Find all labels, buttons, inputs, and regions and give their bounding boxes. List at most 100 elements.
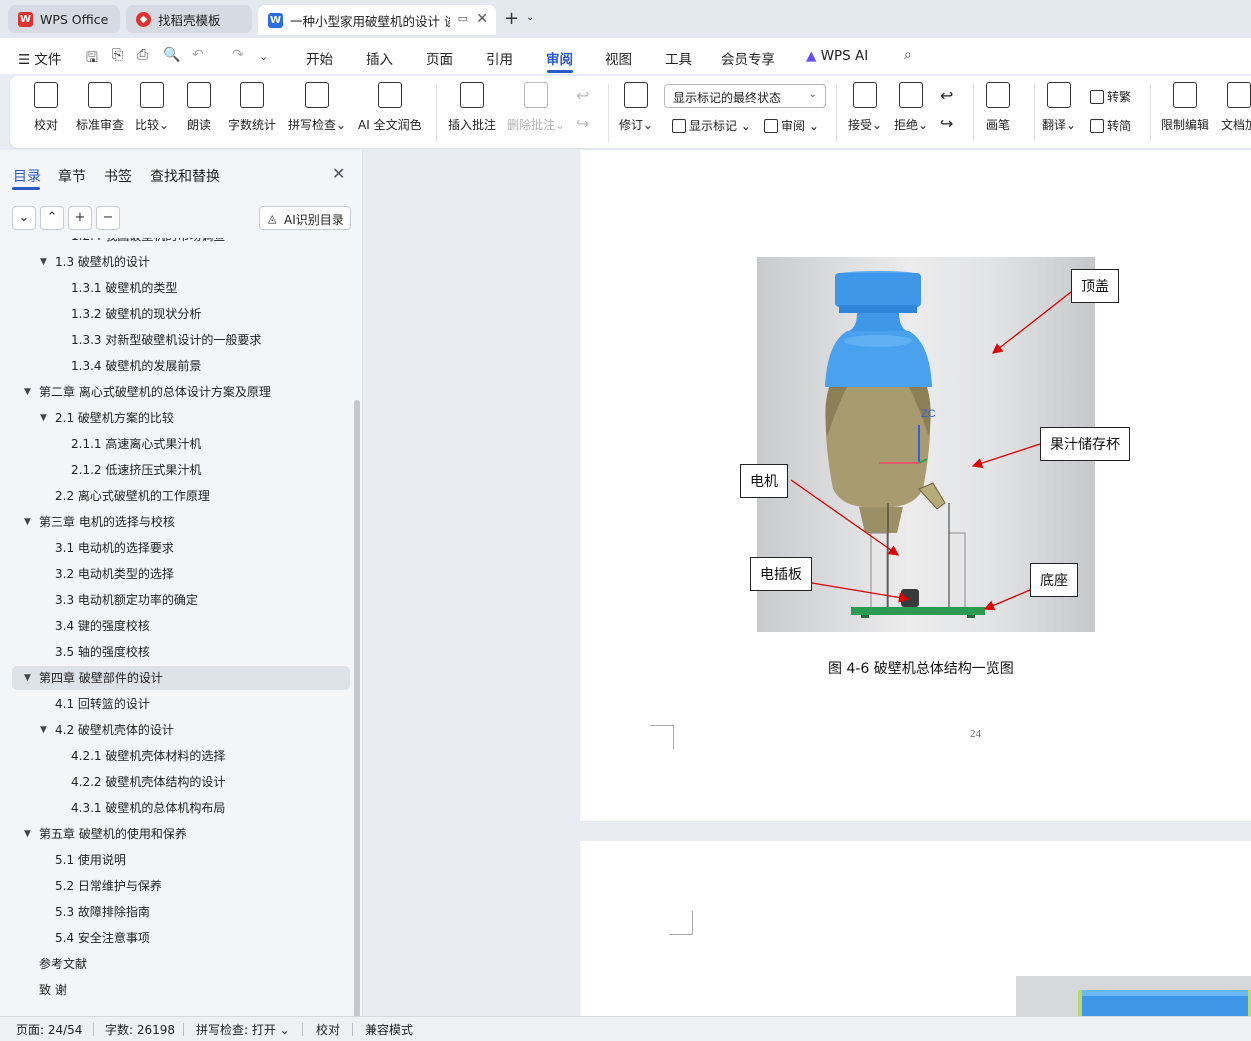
tab-template[interactable]: ◆ 找稻壳模板 xyxy=(126,5,252,33)
menu-member[interactable]: 会员专享 xyxy=(721,48,775,68)
doc-protect-button[interactable]: 文档加 xyxy=(1221,82,1251,133)
toc-item[interactable]: ▼ 2.1 破壁机方案的比较 xyxy=(12,406,350,430)
translate-button[interactable]: 翻译⌄ xyxy=(1042,82,1076,133)
save-icon[interactable]: 🖫 xyxy=(86,47,98,71)
tab-document[interactable]: W 一种小型家用破壁机的设计 诶 ▭ ✕ xyxy=(258,5,496,35)
close-icon[interactable]: ✕ xyxy=(332,164,345,183)
menu-view[interactable]: 视图 xyxy=(605,48,632,68)
toc-item[interactable]: ▼ 1.3 破壁机的设计 xyxy=(12,250,350,274)
tab-sections[interactable]: 章节 xyxy=(58,166,86,186)
toc-item[interactable]: 2.1.2 低速挤压式果汁机 xyxy=(12,458,350,482)
print-preview-icon[interactable]: 🔍 xyxy=(163,47,180,63)
close-icon[interactable]: ✕ xyxy=(476,11,488,27)
spell-check-indicator[interactable]: 拼写检查: 打开 ⌄ xyxy=(196,1021,290,1038)
toc-item[interactable]: 4.2.2 破壁机壳体结构的设计 xyxy=(12,770,350,794)
restrict-edit-button[interactable]: 限制编辑 xyxy=(1161,82,1209,133)
tab-bookmarks[interactable]: 书签 xyxy=(104,166,132,186)
toc-item[interactable]: ▼ 第五章 破壁机的使用和保养 xyxy=(12,822,350,846)
toc-item[interactable]: ▼ 第二章 离心式破壁机的总体设计方案及原理 xyxy=(12,380,350,404)
next-comment-icon[interactable]: ↪ xyxy=(576,114,589,133)
remove-heading-button[interactable]: − xyxy=(96,206,120,230)
expand-triangle-icon[interactable]: ▼ xyxy=(24,666,31,690)
spell-check-button[interactable]: 拼写检查⌄ xyxy=(288,82,346,133)
proofread-button[interactable]: 校对 xyxy=(34,82,58,133)
track-changes-button[interactable]: 修订⌄ xyxy=(619,82,653,133)
sidebar-scrollbar[interactable] xyxy=(354,400,360,1018)
show-markup-button[interactable]: 显示标记 ⌄ xyxy=(672,117,751,134)
search-icon[interactable]: ⌕ xyxy=(904,47,912,63)
document-page[interactable]: ZC 顶盖 果汁储存杯 电机 电插板 底座 图 4-6 破壁机总体结构一览图 2… xyxy=(580,150,1251,821)
toc-item[interactable]: 1.3.3 对新型破壁机设计的一般要求 xyxy=(12,328,350,352)
undo-icon[interactable]: ↶ xyxy=(192,47,204,63)
toc-item[interactable]: 致 谢 xyxy=(12,978,350,1002)
delete-comment-button[interactable]: 删除批注⌄ xyxy=(507,82,565,133)
expand-triangle-icon[interactable]: ▼ xyxy=(24,822,31,846)
document-area[interactable]: ZC 顶盖 果汁储存杯 电机 电插板 底座 图 4-6 破壁机总体结构一览图 2… xyxy=(364,150,1251,1016)
expand-triangle-icon[interactable]: ▼ xyxy=(40,250,47,274)
word-count-indicator[interactable]: 字数: 26198 xyxy=(105,1021,175,1038)
toc-item[interactable]: 2.2 离心式破壁机的工作原理 xyxy=(12,484,350,508)
toc-item[interactable]: ▼ 第四章 破壁部件的设计 xyxy=(12,666,350,690)
toc-item[interactable]: 3.5 轴的强度校核 xyxy=(12,640,350,664)
chevron-down-icon[interactable]: ⌄ xyxy=(526,12,534,23)
chevron-down-icon[interactable]: ⌄ xyxy=(259,50,268,63)
toc-item[interactable]: 1.3.1 破壁机的类型 xyxy=(12,276,350,300)
proofread-indicator[interactable]: 校对 xyxy=(316,1021,340,1038)
previous-change-icon[interactable]: ↩ xyxy=(940,86,953,105)
menu-reference[interactable]: 引用 xyxy=(486,48,513,68)
print-icon[interactable]: ⎙ xyxy=(137,47,148,63)
toc-item[interactable]: 3.2 电动机类型的选择 xyxy=(12,562,350,586)
page-indicator[interactable]: 页面: 24/54 xyxy=(16,1021,82,1038)
toc-item[interactable]: 5.1 使用说明 xyxy=(12,848,350,872)
insert-comment-button[interactable]: 插入批注 xyxy=(448,82,496,133)
previous-comment-icon[interactable]: ↩ xyxy=(576,86,589,105)
compare-button[interactable]: 比较⌄ xyxy=(135,82,169,133)
word-count-button[interactable]: 字数统计 xyxy=(228,82,276,133)
add-heading-button[interactable]: + xyxy=(68,206,92,230)
tab-find-replace[interactable]: 查找和替换 xyxy=(150,166,220,186)
menu-page[interactable]: 页面 xyxy=(426,48,453,68)
collapse-down-button[interactable]: ⌄ xyxy=(12,206,36,230)
toc-item[interactable]: 2.1.1 高速离心式果汁机 xyxy=(12,432,350,456)
wps-ai-button[interactable]: ▲ WPS AI xyxy=(806,48,868,64)
toc-item[interactable]: 5.3 故障排除指南 xyxy=(12,900,350,924)
markup-state-select[interactable]: 显示标记的最终状态 ⌄ xyxy=(664,84,826,108)
document-page[interactable] xyxy=(580,841,1251,1016)
reject-button[interactable]: 拒绝⌄ xyxy=(894,82,928,133)
new-tab-icon[interactable]: + xyxy=(504,8,519,29)
toc-item[interactable]: 4.1 回转篮的设计 xyxy=(12,692,350,716)
redo-icon[interactable]: ↷ xyxy=(232,47,244,63)
read-aloud-button[interactable]: 朗读 xyxy=(187,82,211,133)
toc-item[interactable]: 5.4 安全注意事项 xyxy=(12,926,350,950)
tab-wps-office[interactable]: W WPS Office xyxy=(8,5,120,33)
toc-item[interactable]: 4.3.1 破壁机的总体机构布局 xyxy=(12,796,350,820)
to-traditional-button[interactable]: 转繁 xyxy=(1090,88,1131,105)
standard-review-button[interactable]: 标准审查 xyxy=(76,82,124,133)
review-pane-button[interactable]: 审阅 ⌄ xyxy=(764,117,819,134)
monitor-icon[interactable]: ▭ xyxy=(458,12,468,25)
accept-button[interactable]: 接受⌄ xyxy=(848,82,882,133)
pen-button[interactable]: 画笔 xyxy=(986,82,1010,133)
menu-start[interactable]: 开始 xyxy=(306,48,333,68)
toc-item[interactable]: 4.2.1 破壁机壳体材料的选择 xyxy=(12,744,350,768)
toc-item[interactable]: 3.3 电动机额定功率的确定 xyxy=(12,588,350,612)
to-simplified-button[interactable]: 转简 xyxy=(1090,117,1131,134)
toc-item[interactable]: ▼ 第三章 电机的选择与校核 xyxy=(12,510,350,534)
next-change-icon[interactable]: ↪ xyxy=(940,114,953,133)
menu-tools[interactable]: 工具 xyxy=(665,48,692,68)
toc-item[interactable]: 3.1 电动机的选择要求 xyxy=(12,536,350,560)
ai-toc-button[interactable]: ◬ AI识别目录 xyxy=(259,206,351,230)
toc-item[interactable]: ▼ 4.2 破壁机壳体的设计 xyxy=(12,718,350,742)
toc-item[interactable]: 1.3.4 破壁机的发展前景 xyxy=(12,354,350,378)
export-icon[interactable]: ⎘ xyxy=(112,47,123,63)
expand-triangle-icon[interactable]: ▼ xyxy=(40,718,47,742)
ai-polish-button[interactable]: AI 全文润色 xyxy=(358,82,422,133)
expand-triangle-icon[interactable]: ▼ xyxy=(24,380,31,404)
toc-item[interactable]: 1.3.2 破壁机的现状分析 xyxy=(12,302,350,326)
toc-item[interactable]: 5.2 日常维护与保养 xyxy=(12,874,350,898)
file-menu[interactable]: ☰ 文件 xyxy=(18,48,61,68)
tab-toc[interactable]: 目录 xyxy=(13,166,41,186)
collapse-up-button[interactable]: ⌃ xyxy=(40,206,64,230)
menu-insert[interactable]: 插入 xyxy=(366,48,393,68)
toc-item[interactable]: 1.2.4 我国破壁机的市场调查 xyxy=(12,238,350,248)
